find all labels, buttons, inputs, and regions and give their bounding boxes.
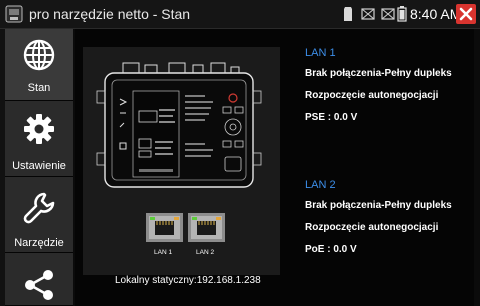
sidebar-item-narzedzie[interactable]: Narzędzie [5,177,73,253]
lan2-autoneg-status: Rozpoczęcie autonegocjacji [305,222,439,233]
lan2-connection-status: Brak połączenia-Pełny dupleks [305,200,452,211]
lan1-connection-status: Brak połączenia-Pełny dupleks [305,68,452,79]
port-label-lan1: LAN 1 [154,249,173,256]
clock: 8:40 AM [410,6,462,22]
battery-icon [397,6,407,22]
gear-icon [24,114,54,144]
globe-icon [23,39,55,71]
close-icon [459,7,473,21]
close-button[interactable] [456,4,476,24]
sidebar: Stan Ustawienie Narzędzie [0,29,73,306]
sidebar-item-label: Stan [27,82,51,94]
window-title: pro narzędzie netto - Stan [29,6,191,22]
sidebar-item-ustawienie[interactable]: Ustawienie [5,101,73,177]
lan2-power: PoE : 0.0 V [305,244,357,255]
lan2-info: LAN 2 Brak połączenia-Pełny dupleks Rozp… [305,179,475,261]
main-panel: LAN 1 LAN 2 LAN 1 Brak połączenia-Pełny … [75,29,474,306]
port-label-lan2: LAN 2 [196,249,215,256]
device-panel: LAN 1 LAN 2 [83,47,280,275]
sd-card-icon [344,7,352,21]
lan2-title: LAN 2 [305,179,336,191]
lan1-info: LAN 1 Brak połączenia-Pełny dupleks Rozp… [305,47,475,129]
share-icon [25,270,53,300]
lan1-title: LAN 1 [305,47,336,59]
lan1-autoneg-status: Rozpoczęcie autonegocjacji [305,90,439,101]
lan1-power: PSE : 0.0 V [305,112,358,123]
static-ip-label: Lokalny statyczny:192.168.1.238 [115,275,261,286]
status-bar: pro narzędzie netto - Stan 8:40 AM [0,0,480,29]
signal-icon [381,8,395,20]
app-icon [5,5,23,23]
sidebar-item-share[interactable] [5,253,73,306]
sidebar-item-label: Ustawienie [12,160,66,172]
device-illustration [96,62,262,242]
wrench-icon [23,192,55,224]
sidebar-item-stan[interactable]: Stan [5,29,73,101]
sidebar-item-label: Narzędzie [14,237,64,249]
signal-icon [361,8,375,20]
